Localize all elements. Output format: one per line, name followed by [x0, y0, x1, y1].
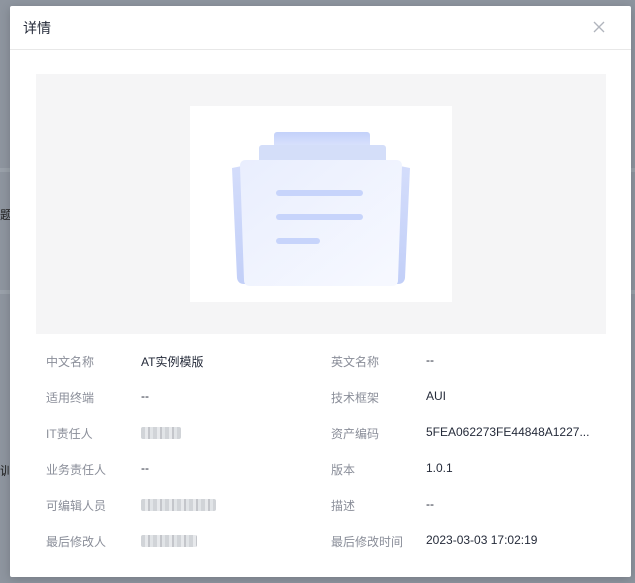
- field-label: 版本: [331, 463, 356, 477]
- field-label: 中文名称: [46, 355, 95, 369]
- field-label: IT责任人: [46, 427, 93, 441]
- field-value: --: [141, 461, 149, 475]
- field-label: 英文名称: [331, 355, 380, 369]
- detail-info-grid: 中文名称 AT实例模版 英文名称 -- 适用终端 -- 技术框架 AUI IT责…: [36, 344, 606, 560]
- redacted-value: [141, 535, 197, 547]
- field-value: 1.0.1: [426, 461, 453, 475]
- close-button[interactable]: [591, 19, 607, 35]
- field-value: AUI: [426, 389, 447, 403]
- preview-area: [36, 74, 606, 334]
- modal-title: 详情: [23, 20, 51, 36]
- field-value: --: [426, 353, 434, 367]
- field-label: 业务责任人: [46, 463, 107, 477]
- detail-row: 适用终端 -- 技术框架 AUI: [36, 380, 606, 416]
- field-label: 最后修改时间: [331, 535, 404, 549]
- detail-row: 可编辑人员 描述 --: [36, 488, 606, 524]
- empty-folder-illustration-icon: [232, 132, 410, 286]
- modal-header: 详情: [10, 6, 631, 50]
- field-value: --: [141, 389, 149, 403]
- field-label: 最后修改人: [46, 535, 107, 549]
- redacted-value: [141, 427, 181, 439]
- field-value: 5FEA062273FE44848A1227...: [426, 425, 590, 439]
- close-icon: [593, 21, 605, 33]
- field-value: 2023-03-03 17:02:19: [426, 533, 538, 547]
- detail-row: 业务责任人 -- 版本 1.0.1: [36, 452, 606, 488]
- field-label: 描述: [331, 499, 356, 513]
- detail-row: 最后修改人 最后修改时间 2023-03-03 17:02:19: [36, 524, 606, 560]
- field-value: --: [426, 497, 434, 511]
- redacted-value: [141, 499, 216, 511]
- field-label: 可编辑人员: [46, 499, 107, 513]
- detail-row: 中文名称 AT实例模版 英文名称 --: [36, 344, 606, 380]
- detail-modal: 详情 中文名称 AT实例模版 英文名称 -- 适用终端 -- 技术框架 AUI …: [10, 6, 631, 577]
- field-label: 适用终端: [46, 391, 95, 405]
- preview-image: [190, 106, 452, 302]
- field-label: 技术框架: [331, 391, 380, 405]
- field-value: AT实例模版: [141, 355, 204, 369]
- field-label: 资产编码: [331, 427, 380, 441]
- detail-row: IT责任人 资产编码 5FEA062273FE44848A1227...: [36, 416, 606, 452]
